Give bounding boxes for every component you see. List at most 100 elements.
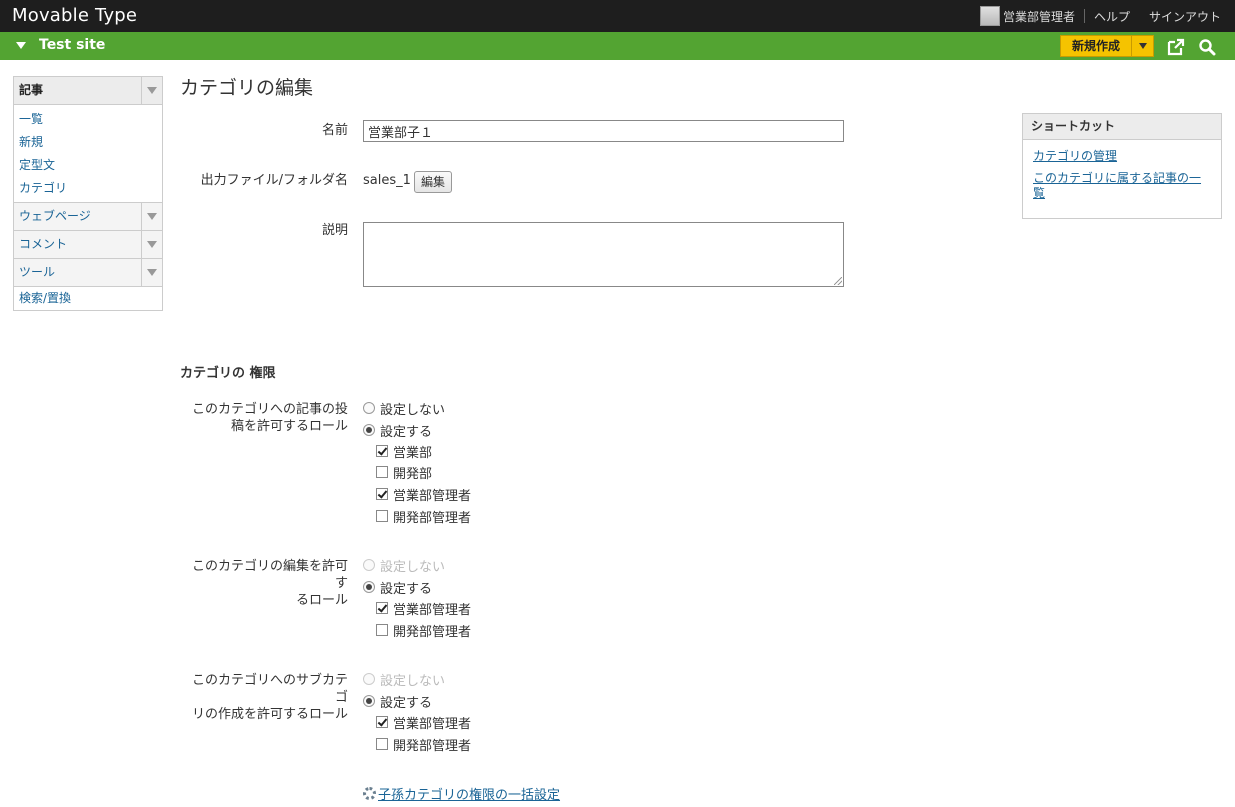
chevron-down-icon: [147, 87, 157, 94]
shortcut-widget-title: ショートカット: [1023, 114, 1221, 140]
basename-value: sales_1: [363, 173, 411, 188]
site-name: Test site: [39, 37, 106, 53]
permissions-section-title: カテゴリの 権限: [180, 366, 276, 381]
edit-role-checkbox[interactable]: 営業部管理者: [376, 599, 472, 618]
edit-radio-set[interactable]: 設定する: [363, 578, 433, 597]
radio-label: 設定する: [380, 581, 433, 597]
help-link[interactable]: ヘルプ: [1094, 8, 1130, 25]
post-radio-none[interactable]: 設定しない: [363, 399, 446, 418]
top-bar: Movable Type 営業部管理者 ヘルプ サインアウト: [0, 0, 1235, 32]
site-switcher[interactable]: Test site: [16, 37, 105, 53]
post-role-checkbox[interactable]: 開発部管理者: [376, 507, 471, 526]
site-bar: Test site 新規作成: [0, 32, 1235, 60]
checkbox[interactable]: [376, 466, 388, 478]
sidebar-menu-label: ウェブページ: [19, 209, 91, 223]
manage-categories-link[interactable]: カテゴリの管理: [1033, 149, 1211, 164]
name-field[interactable]: [363, 120, 844, 142]
radio-button: [363, 673, 375, 685]
edit-radio-none: 設定しない: [363, 556, 446, 575]
post-radio-set[interactable]: 設定する: [363, 421, 433, 440]
radio-button[interactable]: [363, 581, 375, 593]
subcategory-role-checkbox[interactable]: 開発部管理者: [376, 735, 472, 754]
checkbox-label: 営業部: [393, 445, 433, 461]
radio-button[interactable]: [363, 695, 375, 707]
checkbox-label: 開発部管理者: [393, 624, 472, 640]
checkbox[interactable]: [376, 602, 388, 614]
sidebar-submenu: 一覧 新規 定型文 カテゴリ: [14, 105, 162, 203]
menu-toggle[interactable]: [141, 231, 162, 258]
checkbox[interactable]: [376, 738, 388, 750]
post-role-checkbox[interactable]: 開発部: [376, 463, 433, 482]
subcategory-permission-label: このカテゴリへのサブカテゴ リの作成を許可するロール: [180, 672, 348, 723]
divider: [1083, 9, 1085, 23]
radio-button: [363, 559, 375, 571]
shortcut-widget: ショートカット カテゴリの管理 このカテゴリに属する記事の一覧: [1022, 113, 1222, 219]
avatar[interactable]: [979, 6, 1000, 26]
description-label: 説明: [321, 223, 348, 238]
chevron-down-icon: [147, 269, 157, 276]
label-line: るロール: [295, 593, 348, 608]
subcategory-radio-set[interactable]: 設定する: [363, 692, 432, 711]
description-field[interactable]: [363, 222, 844, 287]
checkbox[interactable]: [376, 445, 388, 457]
post-role-checkbox[interactable]: 営業部管理者: [376, 485, 471, 504]
sidebar-menu-webpages[interactable]: ウェブページ: [14, 203, 162, 231]
checkbox[interactable]: [376, 716, 388, 728]
chevron-down-icon: [16, 41, 26, 49]
checkbox-label: 営業部管理者: [393, 602, 472, 618]
sidebar-item-boilerplate[interactable]: 定型文: [19, 154, 162, 177]
bulk-permission-link[interactable]: 子孫カテゴリの権限の一括設定: [363, 784, 560, 803]
resize-handle[interactable]: [834, 277, 842, 285]
checkbox-label: 開発部: [393, 466, 433, 482]
sidebar-item-search-replace[interactable]: 検索/置換: [14, 287, 162, 310]
label-line: このカテゴリへの記事の投: [191, 402, 348, 417]
sidebar-menu-label: 記事: [19, 83, 44, 97]
checkbox[interactable]: [376, 510, 388, 522]
sidebar-menu-tools[interactable]: ツール: [14, 259, 162, 287]
chevron-down-icon: [147, 213, 157, 220]
radio-button[interactable]: [363, 402, 375, 414]
app-brand[interactable]: Movable Type: [12, 5, 137, 26]
gear-icon: [363, 787, 376, 800]
checkbox[interactable]: [376, 624, 388, 636]
radio-label: 設定しない: [380, 673, 446, 689]
external-link-icon[interactable]: [1167, 38, 1185, 56]
label-line: このカテゴリの編集を許可す: [191, 559, 348, 591]
checkbox-label: 営業部管理者: [393, 716, 472, 732]
radio-button[interactable]: [363, 424, 375, 436]
sidebar-item-new[interactable]: 新規: [19, 131, 162, 154]
checkbox[interactable]: [376, 488, 388, 500]
search-icon[interactable]: [1198, 38, 1216, 56]
user-name-link[interactable]: 営業部管理者: [1003, 8, 1075, 25]
new-create-button[interactable]: 新規作成: [1060, 35, 1154, 57]
subcategory-role-checkbox[interactable]: 営業部管理者: [376, 713, 472, 732]
menu-toggle[interactable]: [141, 77, 162, 104]
menu-toggle[interactable]: [141, 259, 162, 286]
edit-role-checkbox[interactable]: 開発部管理者: [376, 621, 472, 640]
chevron-down-icon: [147, 241, 157, 248]
shortcut-widget-body: カテゴリの管理 このカテゴリに属する記事の一覧: [1023, 140, 1221, 201]
post-role-checkbox[interactable]: 営業部: [376, 442, 433, 461]
edit-basename-button[interactable]: 編集: [414, 171, 452, 193]
chevron-down-icon: [1138, 43, 1147, 49]
sidebar-menu-entries[interactable]: 記事: [14, 77, 162, 105]
menu-toggle[interactable]: [141, 203, 162, 230]
sidebar-menu-label: コメント: [19, 237, 68, 251]
name-label: 名前: [321, 123, 348, 138]
sidebar-menu-label: ツール: [19, 265, 56, 279]
sidebar: 記事 一覧 新規 定型文 カテゴリ ウェブページ コメント ツール 検索/置換: [13, 76, 163, 311]
sidebar-item-list[interactable]: 一覧: [19, 108, 162, 131]
radio-label: 設定する: [380, 424, 433, 440]
signout-link[interactable]: サインアウト: [1149, 8, 1221, 25]
radio-label: 設定しない: [380, 402, 446, 418]
radio-label: 設定しない: [380, 559, 446, 575]
category-entries-link[interactable]: このカテゴリに属する記事の一覧: [1033, 171, 1211, 201]
bulk-permission-label: 子孫カテゴリの権限の一括設定: [378, 788, 561, 803]
new-create-label: 新規作成: [1061, 36, 1132, 56]
sidebar-menu-comments[interactable]: コメント: [14, 231, 162, 259]
new-create-dropdown[interactable]: [1132, 36, 1153, 56]
label-line: このカテゴリへのサブカテゴ: [191, 673, 348, 705]
checkbox-label: 開発部管理者: [393, 738, 472, 754]
subcategory-radio-none: 設定しない: [363, 670, 446, 689]
sidebar-item-category[interactable]: カテゴリ: [19, 177, 162, 200]
